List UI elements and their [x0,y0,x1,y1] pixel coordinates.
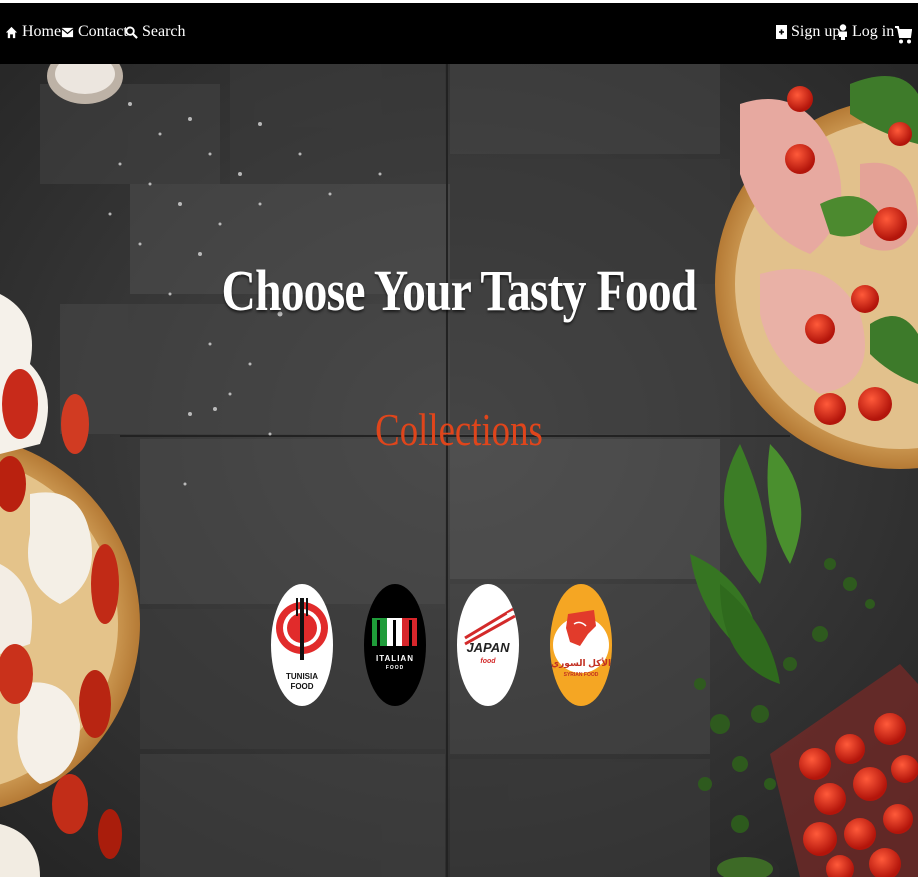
italian-flag-icon [372,618,417,646]
nav-login[interactable]: Log in [838,21,894,43]
collections-heading: Collections [375,404,543,455]
tunisia-label-line1: TUNISIA [286,672,318,681]
hero-title: Choose Your Tasty Food [221,258,698,323]
hero-section: Choose Your Tasty Food Collections TUNIS… [0,64,918,877]
nav-signup[interactable]: Sign up [776,21,840,43]
italian-label-line1: ITALIAN [376,654,414,663]
nav-contact-label: Contact [78,23,128,40]
cart-icon [895,26,912,44]
nav-signup-label: Sign up [791,23,841,40]
tunisia-label-line2: FOOD [290,682,314,691]
collection-japan-logo[interactable]: JAPAN food [457,584,519,706]
top-navbar: Home Contact Search Sign up Log in [0,3,918,64]
cart-button[interactable] [895,24,912,46]
home-icon [5,26,18,38]
collection-syrian-logo[interactable]: الأكل السوري SYRIAN FOOD [550,584,612,706]
nav-home[interactable]: Home [5,21,61,43]
collection-tunisia-logo[interactable]: TUNISIA FOOD [271,584,333,706]
hero-background [0,64,918,877]
syria-map-icon [553,610,609,673]
nav-search-label: Search [142,23,186,40]
nav-home-label: Home [22,23,62,40]
envelope-icon [61,27,74,37]
italian-label-line2: FOOD [385,665,405,671]
syrian-label-line2: SYRIAN FOOD [563,672,599,678]
syrian-label-line1: الأكل السوري [550,658,612,668]
japan-label-line2: food [480,658,496,665]
nav-login-label: Log in [852,23,895,40]
user-icon [839,24,847,40]
nav-search[interactable]: Search [125,21,186,43]
nav-contact[interactable]: Contact [61,21,128,43]
japan-label-line1: JAPAN [466,640,510,655]
search-icon [125,25,138,39]
signup-icon [776,25,787,39]
collection-italian-logo[interactable]: ITALIAN FOOD [364,584,426,706]
